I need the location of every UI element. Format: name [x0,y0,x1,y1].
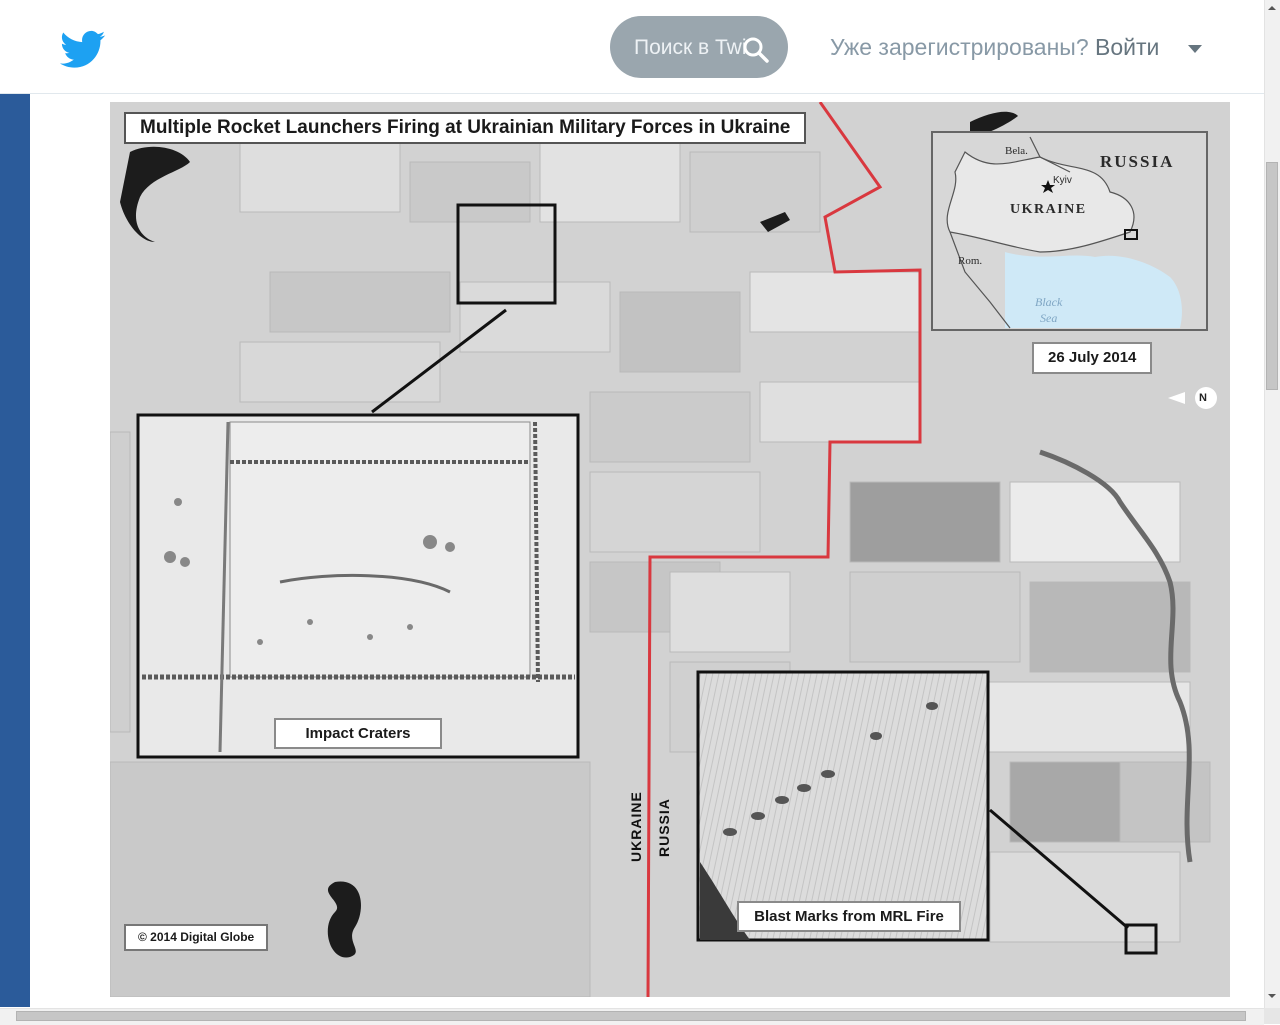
border-label-russia: RUSSIA [656,798,672,857]
caret-down-icon[interactable] [1187,44,1203,54]
scrollbar-corner [1264,1008,1280,1024]
vertical-scrollbar[interactable] [1264,0,1280,1008]
login-question: Уже зарегистрированы? [830,34,1089,60]
map-label-black: Black [1035,295,1063,309]
map-label-sea: Sea [1040,311,1058,325]
twitter-bird-icon[interactable] [60,30,106,70]
north-arrow-icon: N [1199,392,1207,404]
image-date: 26 July 2014 [1032,342,1153,374]
satellite-image[interactable] [110,102,1230,997]
horizontal-scroll-thumb[interactable] [16,1011,1246,1021]
scroll-up-icon[interactable] [1266,2,1278,14]
scroll-down-icon[interactable] [1266,990,1278,1002]
vertical-scroll-thumb[interactable] [1266,162,1278,390]
search-icon[interactable] [742,36,770,64]
image-title: Multiple Rocket Launchers Firing at Ukra… [124,112,807,144]
map-label-bela: Bela. [1005,145,1028,157]
search-placeholder: Поиск в Twitter [634,36,746,59]
copyright-label: © 2014 Digital Globe [124,924,269,951]
map-label-russia: RUSSIA [1100,152,1175,171]
login-prompt: Уже зарегистрированы? Войти [830,34,1159,61]
blast-marks-label: Blast Marks from MRL Fire [737,901,961,932]
map-label-rom: Rom. [958,255,983,267]
border-label-ukraine: UKRAINE [628,791,644,862]
map-label-ukraine: UKRAINE [1010,202,1087,217]
impact-craters-label: Impact Craters [274,718,442,749]
left-sidebar-strip [0,94,30,1007]
top-navigation-bar: Поиск в Twitter Уже зарегистрированы? Во… [0,0,1264,94]
login-link[interactable]: Войти [1095,34,1159,60]
map-label-kyiv: Kyiv [1053,175,1072,186]
